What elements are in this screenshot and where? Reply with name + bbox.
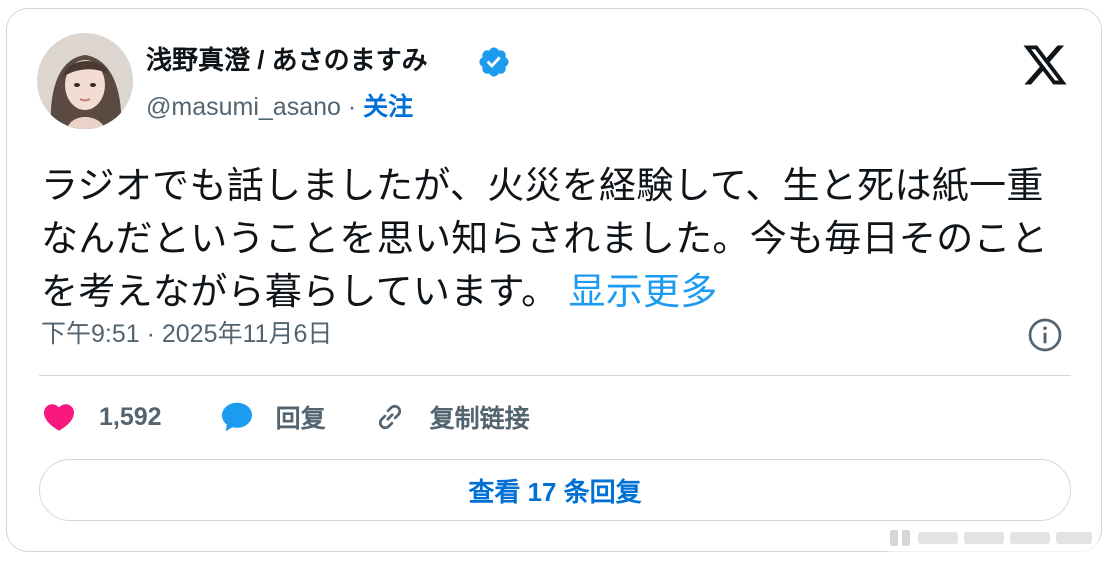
divider <box>39 375 1071 376</box>
handle-separator: · <box>347 93 357 121</box>
handle-row: @masumi_asano · 关注 <box>146 91 413 123</box>
verified-badge-icon <box>479 47 509 77</box>
link-icon <box>378 404 401 430</box>
copy-link-button[interactable]: 复制链接 <box>372 399 530 435</box>
reply-label: 回复 <box>275 405 326 433</box>
user-handle[interactable]: @masumi_asano <box>146 93 341 121</box>
action-bar: 1,592 回复 复制链接 <box>41 395 530 439</box>
follow-button[interactable]: 关注 <box>363 93 413 121</box>
info-icon[interactable] <box>1027 317 1063 353</box>
tweet-text: ラジオでも話しましたが、火災を経験して、生と死は紙一重なんだということを思い知ら… <box>41 159 1071 318</box>
x-logo-icon[interactable] <box>1021 41 1069 89</box>
tweet-card: 浅野真澄 / あさのますみ @masumi_asano · 关注 ラジオでも話し… <box>6 8 1102 552</box>
like-count: 1,592 <box>99 402 162 431</box>
tweet-body: ラジオでも話しましたが、火災を経験して、生と死は紙一重なんだということを思い知ら… <box>41 165 1049 312</box>
reply-button[interactable]: 回复 <box>218 398 372 436</box>
like-button[interactable]: 1,592 <box>41 399 218 435</box>
timestamp[interactable]: 下午9:51 · 2025年11月6日 <box>41 317 332 351</box>
view-replies-label: 查看 17 条回复 <box>468 476 642 507</box>
avatar[interactable] <box>37 33 133 129</box>
speech-bubble-icon <box>221 402 252 432</box>
copy-link-label: 复制链接 <box>429 405 530 433</box>
show-more-link[interactable]: 显示更多 <box>568 271 717 312</box>
display-name[interactable]: 浅野真澄 / あさのますみ <box>146 43 428 77</box>
avatar-photo <box>37 33 133 129</box>
watermark-overlay <box>884 524 1098 552</box>
heart-icon <box>43 404 75 431</box>
view-replies-button[interactable]: 查看 17 条回复 <box>39 459 1071 521</box>
